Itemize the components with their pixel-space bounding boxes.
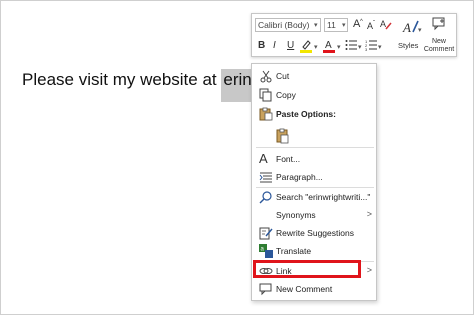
font-name-dropdown-icon[interactable]: ▾ bbox=[314, 21, 318, 29]
comment-icon bbox=[259, 282, 273, 296]
paste-options-header: Paste Options: bbox=[252, 105, 378, 123]
new-comment-menu-label: New Comment bbox=[276, 284, 333, 294]
svg-text:A: A bbox=[380, 19, 386, 29]
paragraph-icon bbox=[259, 170, 273, 184]
svg-text:A: A bbox=[402, 20, 411, 35]
menu-item-copy[interactable]: Copy bbox=[252, 86, 378, 104]
bold-button[interactable]: B bbox=[258, 40, 265, 52]
rewrite-label: Rewrite Suggestions bbox=[276, 228, 354, 238]
highlighter-dropdown-icon[interactable]: ▾ bbox=[314, 43, 318, 51]
font-name-box[interactable]: Calibri (Body) bbox=[255, 18, 321, 32]
search-label: Search "erinwrightwriti..." bbox=[276, 192, 371, 202]
font-color-button[interactable]: A bbox=[323, 38, 335, 57]
numbering-icon[interactable]: 123 bbox=[365, 39, 377, 55]
menu-item-synonyms[interactable]: Synonyms > bbox=[252, 206, 378, 224]
paste-keep-text-option[interactable] bbox=[252, 126, 378, 144]
translate-label: Translate bbox=[276, 246, 312, 256]
clear-formatting-icon[interactable]: A bbox=[380, 18, 392, 34]
font-icon: A bbox=[259, 151, 268, 166]
italic-button[interactable]: I bbox=[273, 40, 276, 52]
document-text[interactable]: Please visit my website at bbox=[22, 70, 221, 89]
font-size-dropdown-icon[interactable]: ▾ bbox=[342, 21, 346, 29]
shrink-font-caret-icon: ˇ bbox=[373, 21, 375, 27]
rewrite-icon bbox=[259, 226, 273, 240]
paste-keep-text-icon bbox=[276, 128, 290, 144]
styles-dropdown-icon[interactable]: ▾ bbox=[418, 26, 422, 34]
copy-label: Copy bbox=[276, 90, 296, 100]
font-label: Font... bbox=[276, 154, 301, 164]
copy-icon bbox=[259, 88, 273, 102]
chevron-right-icon: > bbox=[366, 265, 372, 275]
bullets-icon[interactable] bbox=[345, 39, 357, 55]
scissors-icon bbox=[259, 69, 273, 83]
search-icon bbox=[259, 190, 273, 204]
synonyms-label: Synonyms bbox=[276, 210, 316, 220]
clipboard-icon bbox=[259, 107, 273, 121]
highlighter-icon[interactable] bbox=[300, 39, 312, 57]
menu-item-translate[interactable]: a Translate bbox=[252, 242, 378, 260]
svg-text:A: A bbox=[325, 40, 332, 51]
underline-button[interactable]: U bbox=[287, 40, 294, 52]
paste-options-label: Paste Options: bbox=[276, 109, 336, 119]
new-comment-icon[interactable] bbox=[432, 17, 446, 35]
translate-icon: a bbox=[259, 244, 273, 258]
new-comment-label[interactable]: New Comment bbox=[422, 38, 456, 54]
menu-separator bbox=[256, 147, 374, 148]
menu-item-font[interactable]: A Font... bbox=[252, 150, 378, 168]
chevron-right-icon: > bbox=[366, 209, 372, 219]
menu-item-new-comment[interactable]: New Comment bbox=[252, 280, 378, 298]
cut-label: Cut bbox=[276, 71, 290, 81]
paragraph-label: Paragraph... bbox=[276, 172, 323, 182]
mini-toolbar: Calibri (Body) ▾ 11 ▾ A ^ A ˇ A A ▾ B I … bbox=[251, 13, 457, 57]
grow-font-caret-icon: ^ bbox=[360, 19, 363, 25]
menu-item-search[interactable]: Search "erinwrightwriti..." bbox=[252, 188, 378, 206]
menu-item-cut[interactable]: Cut bbox=[252, 67, 378, 85]
link-highlight-box bbox=[253, 260, 361, 278]
svg-text:3: 3 bbox=[365, 47, 368, 51]
menu-item-paragraph[interactable]: Paragraph... bbox=[252, 168, 378, 186]
numbering-dropdown-icon[interactable]: ▾ bbox=[378, 43, 382, 51]
font-color-dropdown-icon[interactable]: ▾ bbox=[337, 43, 341, 51]
menu-item-rewrite-suggestions[interactable]: Rewrite Suggestions bbox=[252, 224, 378, 242]
styles-label[interactable]: Styles bbox=[398, 41, 418, 50]
document-text-line[interactable]: Please visit my website at erinwri bbox=[22, 69, 274, 102]
bullets-dropdown-icon[interactable]: ▾ bbox=[358, 43, 362, 51]
